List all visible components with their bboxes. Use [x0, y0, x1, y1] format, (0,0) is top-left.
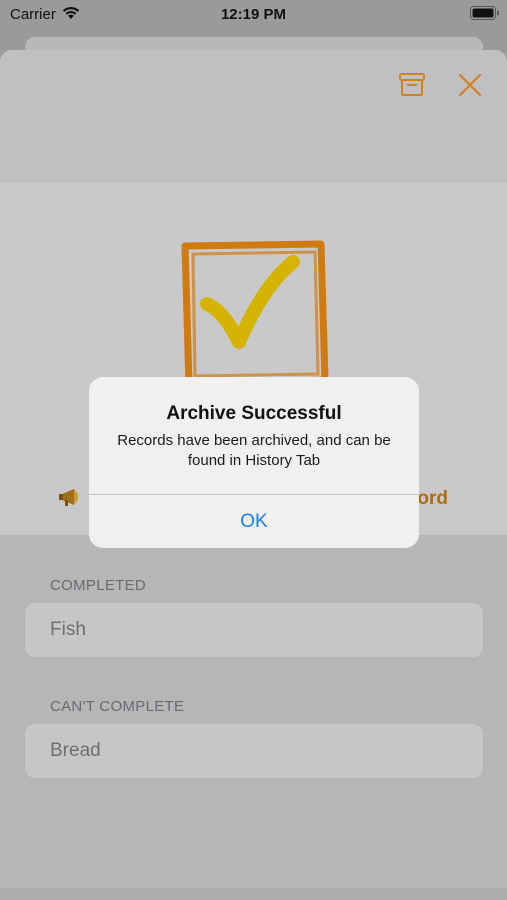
battery-icon	[470, 6, 499, 20]
bottom-strip	[0, 888, 507, 900]
status-time: 12:19 PM	[220, 6, 287, 23]
archive-icon[interactable]	[397, 70, 427, 100]
checked-box-icon	[181, 240, 329, 388]
cant-complete-section-header: CAN'T COMPLETE	[50, 698, 185, 715]
close-icon[interactable]	[455, 70, 485, 100]
sheet-header	[0, 50, 507, 183]
list-item[interactable]: Fish	[25, 603, 483, 657]
alert-title: Archive Successful	[166, 403, 342, 424]
list-item-label: Bread	[50, 740, 101, 761]
alert-message: Records have been archived, and can be f…	[117, 432, 391, 469]
completed-section-header: COMPLETED	[50, 577, 147, 594]
megaphone-icon	[59, 489, 78, 506]
status-bar: Carrier 12:19 PM	[0, 0, 507, 30]
list-item-label: Fish	[50, 619, 86, 640]
ok-button[interactable]: OK	[89, 495, 419, 548]
records-list: COMPLETED Fish CAN'T COMPLETE Bread	[0, 535, 507, 900]
archive-success-alert: Archive Successful Records have been arc…	[89, 377, 419, 548]
list-item[interactable]: Bread	[25, 724, 483, 778]
